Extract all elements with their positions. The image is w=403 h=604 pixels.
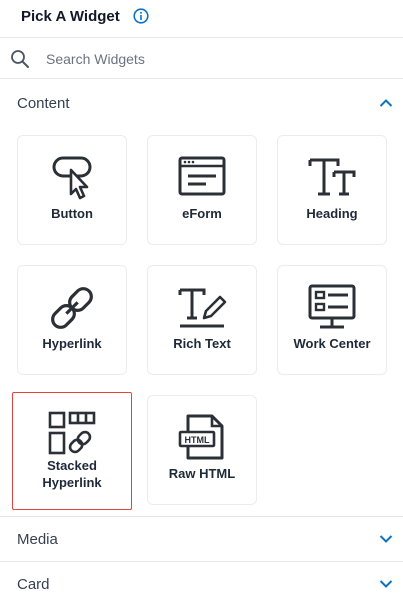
section-media-label: Media bbox=[17, 531, 58, 548]
widget-label: Heading bbox=[306, 206, 358, 221]
section-card-label: Card bbox=[17, 576, 50, 593]
widget-tile-rich-text[interactable]: Rich Text bbox=[147, 265, 257, 375]
widget-label: Button bbox=[51, 206, 93, 221]
widget-tile-button[interactable]: Button bbox=[17, 135, 127, 245]
widget-tile-hyperlink[interactable]: Hyperlink bbox=[17, 265, 127, 375]
chevron-down-icon[interactable] bbox=[379, 579, 393, 589]
widget-tile-heading[interactable]: Heading bbox=[277, 135, 387, 245]
section-content-header[interactable]: Content bbox=[0, 81, 403, 125]
info-circle-icon[interactable] bbox=[133, 8, 149, 24]
button-cursor-icon bbox=[44, 150, 100, 206]
svg-text:HTML: HTML bbox=[185, 435, 210, 445]
widget-label: Hyperlink bbox=[42, 336, 102, 351]
chevron-up-icon[interactable] bbox=[379, 98, 393, 108]
rich-text-pen-icon bbox=[174, 280, 230, 336]
panel-header: Pick A Widget bbox=[0, 0, 403, 38]
stacked-hyperlink-icon bbox=[44, 407, 100, 463]
search-bar bbox=[0, 39, 403, 79]
eform-window-icon bbox=[174, 150, 230, 206]
widget-tile-eform[interactable]: eForm bbox=[147, 135, 257, 245]
widget-label: eForm bbox=[182, 206, 222, 221]
html-file-icon: HTML bbox=[174, 410, 230, 466]
widget-label: Work Center bbox=[293, 336, 371, 351]
section-media-header[interactable]: Media bbox=[0, 516, 403, 560]
widget-tile-work-center[interactable]: Work Center bbox=[277, 265, 387, 375]
heading-tt-icon bbox=[304, 150, 360, 206]
chain-link-icon bbox=[44, 280, 100, 336]
widget-label: Raw HTML bbox=[168, 466, 236, 481]
section-card-header[interactable]: Card bbox=[0, 561, 403, 604]
widget-label: Rich Text bbox=[173, 336, 231, 351]
search-input[interactable] bbox=[46, 48, 386, 70]
widget-label: Stacked Hyperlink bbox=[42, 458, 102, 490]
section-content-label: Content bbox=[17, 95, 70, 112]
search-icon bbox=[10, 49, 30, 69]
widget-tile-raw-html[interactable]: HTML Raw HTML bbox=[147, 395, 257, 505]
widget-tile-stacked-hyperlink[interactable]: Stacked Hyperlink bbox=[12, 392, 132, 510]
panel-title: Pick A Widget bbox=[21, 8, 120, 25]
chevron-down-icon[interactable] bbox=[379, 534, 393, 544]
monitor-list-icon bbox=[304, 280, 360, 336]
